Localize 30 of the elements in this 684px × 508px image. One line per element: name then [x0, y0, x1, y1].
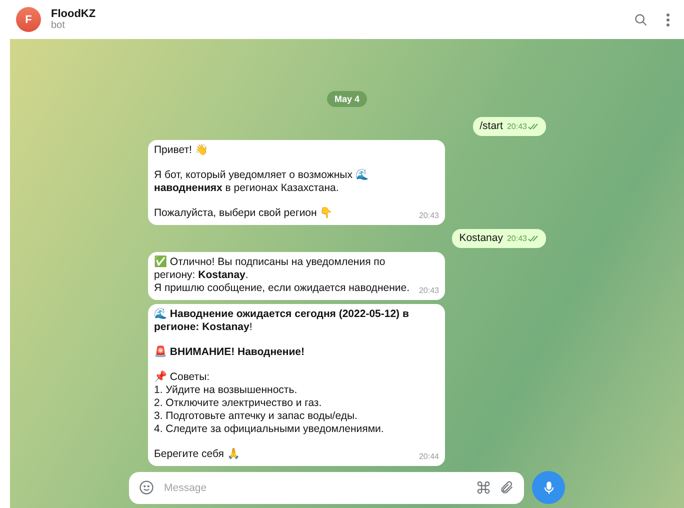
date-label: May 4 — [327, 91, 366, 107]
message-time: 20:43 — [506, 232, 539, 245]
search-icon[interactable] — [634, 12, 648, 26]
message-time: 20:44 — [418, 451, 439, 463]
avatar: F — [16, 7, 41, 32]
command-icon[interactable] — [476, 480, 491, 495]
message-text: Я бот, который уведомляет о возможных 🌊 наводнениях в регионах Казахстана. — [154, 169, 370, 195]
message-input[interactable]: Message — [162, 480, 468, 494]
message-time: 20:43 — [418, 285, 439, 297]
emoji-icon[interactable] — [139, 480, 154, 495]
message-time: 20:43 — [506, 120, 539, 133]
message-text: Привет! 👋 — [154, 144, 209, 157]
message-text: 📌 Советы: 1. Уйдите на возвышенность. 2. Отключите электричество и газ. 3. Подготовьте аптечку и запас воды/еды. 4. Следите за официальными уведомлениями. — [154, 371, 385, 436]
more-vertical-icon[interactable] — [666, 12, 670, 26]
microphone-icon[interactable] — [542, 480, 556, 494]
message-text: Берегите себя 🙏 — [154, 448, 241, 461]
message-text: Пожалуйста, выбери свой регион 👇 — [154, 207, 334, 220]
message-text: 🌊 Наводнение ожидается сегодня (2022-05-12) в регионе: Kostanay! — [154, 308, 410, 334]
message-text: 🚨 ВНИМАНИЕ! Наводнение! — [154, 346, 306, 359]
message-text: ✅ Отлично! Вы подписаны на уведомления по региону: Kostanay. Я пришлю сообщение, если ожидается наводнение. — [154, 256, 410, 295]
message-time: 20:43 — [418, 210, 439, 222]
chat-title: FloodKZ — [51, 8, 97, 20]
message-input-field[interactable]: Message — [129, 472, 524, 504]
chat-subtitle: bot — [51, 20, 66, 31]
attach-icon[interactable] — [499, 480, 514, 495]
double-check-icon — [528, 123, 539, 130]
message-text: /start — [480, 120, 503, 133]
message-text: Kostanay — [459, 232, 503, 245]
microphone-button[interactable] — [532, 471, 565, 504]
double-check-icon — [528, 235, 539, 242]
